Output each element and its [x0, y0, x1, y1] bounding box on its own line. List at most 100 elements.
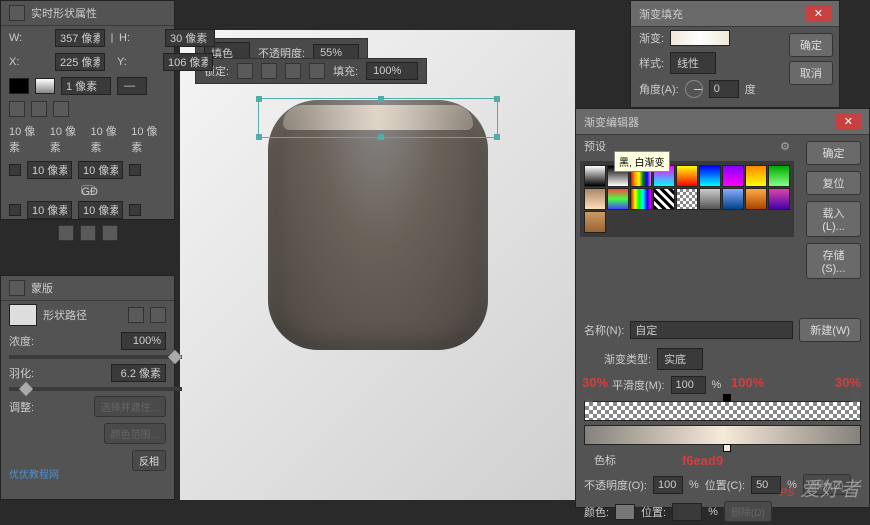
gradient-editor-header[interactable]: 渐变编辑器 ✕	[576, 109, 869, 135]
preset-swatch[interactable]	[676, 188, 698, 210]
lock-all-icon[interactable]	[309, 63, 325, 79]
canvas[interactable]	[180, 30, 575, 500]
panel-icon	[9, 5, 25, 21]
preset-swatch[interactable]	[768, 188, 790, 210]
corner-input-1[interactable]	[27, 161, 72, 179]
w-input[interactable]	[55, 29, 105, 47]
fill-swatch[interactable]	[9, 78, 29, 94]
handle-bl[interactable]	[256, 134, 262, 140]
opacity-stop[interactable]	[585, 394, 593, 402]
pixel-mask-icon[interactable]	[128, 307, 144, 323]
link-corners-icon[interactable]: GĐ	[81, 185, 95, 195]
pathop-icon-2[interactable]	[80, 225, 96, 241]
feather-input[interactable]	[111, 364, 166, 382]
handle-br[interactable]	[494, 134, 500, 140]
stop-location2-label: 位置:	[641, 504, 666, 520]
preset-swatch[interactable]	[584, 165, 606, 187]
opacity-stop[interactable]	[852, 394, 860, 402]
corner-checkbox-3[interactable]	[9, 204, 21, 216]
corner-bl-label: 10 像素	[131, 123, 166, 155]
close-icon[interactable]: ✕	[806, 5, 831, 22]
corner-input-3[interactable]	[27, 201, 72, 219]
color-stop[interactable]	[723, 444, 731, 452]
handle-tc[interactable]	[378, 96, 384, 102]
handle-tl[interactable]	[256, 96, 262, 102]
cancel-button[interactable]: 取消	[789, 61, 833, 85]
mask-thumbnail[interactable]	[9, 304, 37, 326]
w-label: W:	[9, 32, 49, 44]
corner-checkbox-4[interactable]	[129, 204, 141, 216]
density-input[interactable]	[121, 332, 166, 350]
selection-bounding-box[interactable]	[258, 98, 498, 138]
preset-swatch[interactable]	[745, 165, 767, 187]
ok-button[interactable]: 确定	[789, 33, 833, 57]
invert-button[interactable]: 反相	[132, 450, 166, 471]
corner-checkbox-1[interactable]	[9, 164, 21, 176]
align-icon-3[interactable]	[53, 101, 69, 117]
gradient-fill-header[interactable]: 渐变填充 ✕	[631, 1, 839, 27]
opacity-gradient-bar[interactable]	[584, 401, 861, 421]
smooth-input[interactable]	[671, 376, 706, 394]
color-gradient-bar[interactable]	[584, 425, 861, 445]
pathop-icon-3[interactable]	[102, 225, 118, 241]
handle-tr[interactable]	[494, 96, 500, 102]
preset-swatch[interactable]	[607, 188, 629, 210]
x-input[interactable]	[55, 53, 105, 71]
preset-swatch[interactable]	[699, 188, 721, 210]
gradient-preview-swatch[interactable]	[670, 30, 730, 46]
close-icon-2[interactable]: ✕	[836, 113, 861, 130]
preset-swatch[interactable]	[768, 165, 790, 187]
gradient-label: 渐变:	[639, 30, 664, 46]
refine-label: 调整:	[9, 399, 34, 415]
stroke-width-input[interactable]	[61, 77, 111, 95]
preset-swatch[interactable]	[676, 165, 698, 187]
vector-mask-icon[interactable]	[150, 307, 166, 323]
stroke-style-dropdown[interactable]: —	[117, 77, 147, 95]
annotation-30-left: 30%	[582, 375, 608, 390]
preset-swatch[interactable]	[584, 211, 606, 233]
gear-icon[interactable]: ⚙	[780, 140, 790, 153]
stroke-swatch[interactable]	[35, 78, 55, 94]
preset-swatch[interactable]	[722, 165, 744, 187]
color-range-button[interactable]: 颜色范围...	[104, 423, 166, 444]
editor-reset-button[interactable]: 复位	[806, 171, 861, 195]
pathop-icon-1[interactable]	[58, 225, 74, 241]
preset-swatch[interactable]	[584, 188, 606, 210]
editor-save-button[interactable]: 存储(S)...	[806, 243, 861, 279]
fill-value[interactable]: 100%	[366, 62, 418, 80]
style-label: 样式:	[639, 55, 664, 71]
editor-load-button[interactable]: 载入(L)...	[806, 201, 861, 237]
preset-swatch[interactable]	[653, 188, 675, 210]
corner-input-2[interactable]	[78, 161, 123, 179]
y-input[interactable]	[163, 53, 213, 71]
align-icon-1[interactable]	[9, 101, 25, 117]
handle-bc[interactable]	[378, 134, 384, 140]
preset-swatch[interactable]	[722, 188, 744, 210]
corner-input-4[interactable]	[78, 201, 123, 219]
annotation-100: 100%	[731, 375, 764, 390]
stop-color-swatch	[615, 504, 635, 520]
angle-dial[interactable]	[685, 80, 703, 98]
align-icon-2[interactable]	[31, 101, 47, 117]
h-input[interactable]	[165, 29, 215, 47]
opacity-stop[interactable]	[723, 394, 731, 402]
corner-checkbox-2[interactable]	[129, 164, 141, 176]
preset-swatch[interactable]	[630, 188, 652, 210]
lock-transparency-icon[interactable]	[237, 63, 253, 79]
name-input[interactable]	[630, 321, 793, 339]
angle-input[interactable]	[709, 80, 739, 98]
style-dropdown[interactable]: 线性	[670, 52, 716, 74]
link-wh-icon[interactable]	[111, 33, 113, 43]
editor-ok-button[interactable]: 确定	[806, 141, 861, 165]
stop-opacity-input[interactable]	[653, 476, 683, 494]
preset-swatch[interactable]	[699, 165, 721, 187]
lock-pixels-icon[interactable]	[261, 63, 277, 79]
type-dropdown[interactable]: 实底	[657, 348, 703, 370]
preset-swatch[interactable]	[745, 188, 767, 210]
refine-edge-button[interactable]: 选择并遮住...	[94, 396, 166, 417]
lock-position-icon[interactable]	[285, 63, 301, 79]
new-button[interactable]: 新建(W)	[799, 318, 861, 342]
mask-panel: 蒙版 形状路径 浓度: 羽化: 调整: 选择并遮住... 颜色范围... 反相 …	[0, 275, 175, 500]
stop-location-input[interactable]	[751, 476, 781, 494]
mask-header-icon	[9, 280, 25, 296]
